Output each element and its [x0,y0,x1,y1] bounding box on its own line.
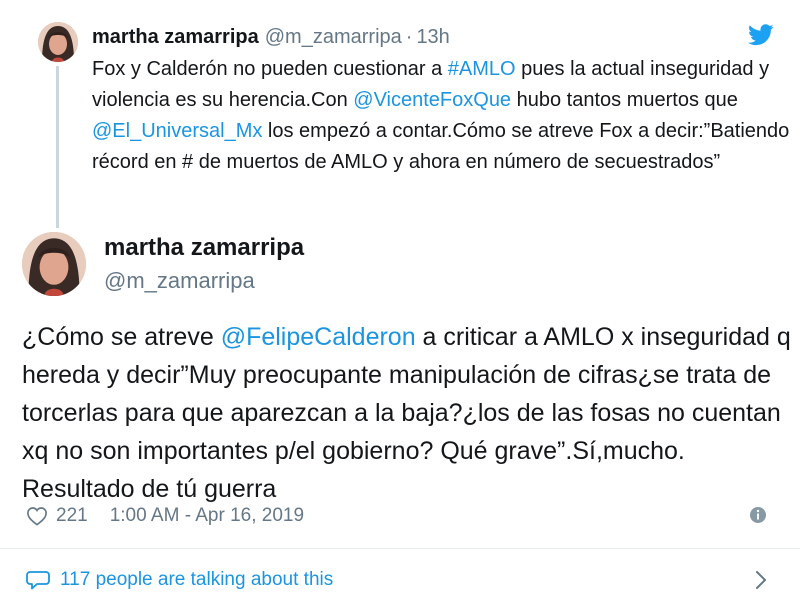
mention-el-universal-mx-link[interactable]: @El_Universal_Mx [92,120,262,142]
main-tweet-author-name[interactable]: martha zamarripa [104,232,304,264]
speech-bubble-icon [26,569,50,591]
like-count[interactable]: 221 [56,502,88,530]
tweet-meta-row: 221 1:00 AM - Apr 16, 2019 [26,502,304,530]
twitter-bird-icon[interactable] [748,24,774,46]
parent-tweet-author-handle[interactable]: @m_zamarripa [265,26,402,48]
mention-felipecalderon-link[interactable]: @FelipeCalderon [221,323,416,351]
main-tweet-text: ¿Cómo se atreve @FelipeCalderon a critic… [22,318,792,508]
conversation-link[interactable]: 117 people are talking about this [26,566,333,594]
tweet-text-segment: hubo tantos muertos que [511,89,738,111]
parent-tweet-author-name[interactable]: martha zamarripa [92,26,259,48]
parent-tweet-avatar[interactable] [38,22,78,62]
parent-tweet-text: Fox y Calderón no pueden cuestionar a #A… [92,54,792,178]
tweet-timestamp[interactable]: 1:00 AM - Apr 16, 2019 [110,502,304,530]
mention-vicentefoxque-link[interactable]: @VicenteFoxQue [353,89,511,111]
main-tweet-avatar[interactable] [22,232,86,296]
tweet-text-segment: ¿Cómo se atreve [22,323,221,351]
main-tweet-author-handle[interactable]: @m_zamarripa [104,266,255,296]
parent-tweet-separator: · [405,26,413,48]
heart-icon[interactable] [26,506,48,526]
hashtag-amlo-link[interactable]: #AMLO [448,58,516,80]
parent-tweet-header: martha zamarripa @m_zamarripa · 13h [92,22,450,52]
footer-divider [0,548,800,549]
avatar-image [22,232,86,296]
avatar-image [38,22,78,62]
conversation-link-label: 117 people are talking about this [60,569,334,590]
tweet-text-segment: Fox y Calderón no pueden cuestionar a [92,58,448,80]
thread-connector-line [56,66,59,228]
chevron-right-icon[interactable] [754,570,768,590]
info-icon[interactable] [748,505,768,525]
parent-tweet-time[interactable]: 13h [416,26,449,48]
